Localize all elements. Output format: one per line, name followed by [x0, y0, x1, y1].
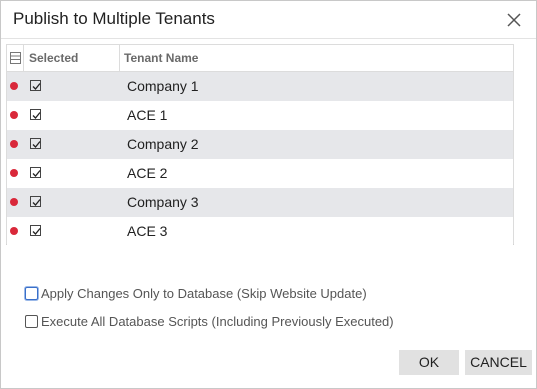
dialog-titlebar: Publish to Multiple Tenants	[1, 1, 536, 39]
tenant-name: Company 3	[127, 194, 199, 210]
column-config-icon[interactable]	[7, 45, 24, 72]
tenant-name: Company 1	[127, 78, 199, 94]
apply-db-only-label: Apply Changes Only to Database (Skip Web…	[41, 285, 367, 301]
row-selected-checkbox[interactable]	[30, 167, 41, 178]
apply-db-only-checkbox[interactable]	[25, 286, 38, 300]
status-indicator	[10, 227, 18, 235]
execute-all-scripts-label: Execute All Database Scripts (Including …	[41, 313, 394, 329]
row-selected-checkbox[interactable]	[30, 196, 41, 207]
column-header-selected[interactable]: Selected	[25, 45, 120, 72]
cancel-button[interactable]: CANCEL	[465, 350, 532, 375]
table-row[interactable]: Company 1	[7, 72, 513, 101]
status-indicator	[10, 82, 18, 90]
row-selected-checkbox[interactable]	[30, 138, 41, 149]
apply-db-only-option[interactable]: Apply Changes Only to Database (Skip Web…	[25, 284, 367, 302]
status-indicator	[10, 111, 18, 119]
status-indicator	[10, 198, 18, 206]
ok-button[interactable]: OK	[399, 350, 459, 375]
status-indicator	[10, 169, 18, 177]
table-row[interactable]: ACE 3	[7, 217, 513, 246]
tenant-name: ACE 3	[127, 223, 168, 239]
tenant-name: Company 2	[127, 136, 199, 152]
status-indicator	[10, 140, 18, 148]
table-row[interactable]: ACE 1	[7, 101, 513, 130]
dialog-title: Publish to Multiple Tenants	[13, 9, 215, 28]
publish-dialog: Publish to Multiple Tenants Selected Ten…	[0, 0, 537, 389]
column-header-tenant-name[interactable]: Tenant Name	[120, 45, 512, 72]
grid-rows: Company 1 ACE 1 Company 2 ACE 2 Company …	[7, 72, 513, 246]
tenant-name: ACE 2	[127, 165, 168, 181]
grid-header: Selected Tenant Name	[7, 45, 513, 72]
table-row[interactable]: Company 2	[7, 130, 513, 159]
execute-all-scripts-option[interactable]: Execute All Database Scripts (Including …	[25, 312, 394, 330]
close-icon[interactable]	[504, 10, 524, 30]
execute-all-scripts-checkbox[interactable]	[25, 314, 38, 328]
row-selected-checkbox[interactable]	[30, 225, 41, 236]
row-selected-checkbox[interactable]	[30, 80, 41, 91]
tenant-name: ACE 1	[127, 107, 168, 123]
row-selected-checkbox[interactable]	[30, 109, 41, 120]
table-row[interactable]: Company 3	[7, 188, 513, 217]
tenants-grid: Selected Tenant Name Company 1 ACE 1 Com…	[6, 44, 514, 246]
table-row[interactable]: ACE 2	[7, 159, 513, 188]
